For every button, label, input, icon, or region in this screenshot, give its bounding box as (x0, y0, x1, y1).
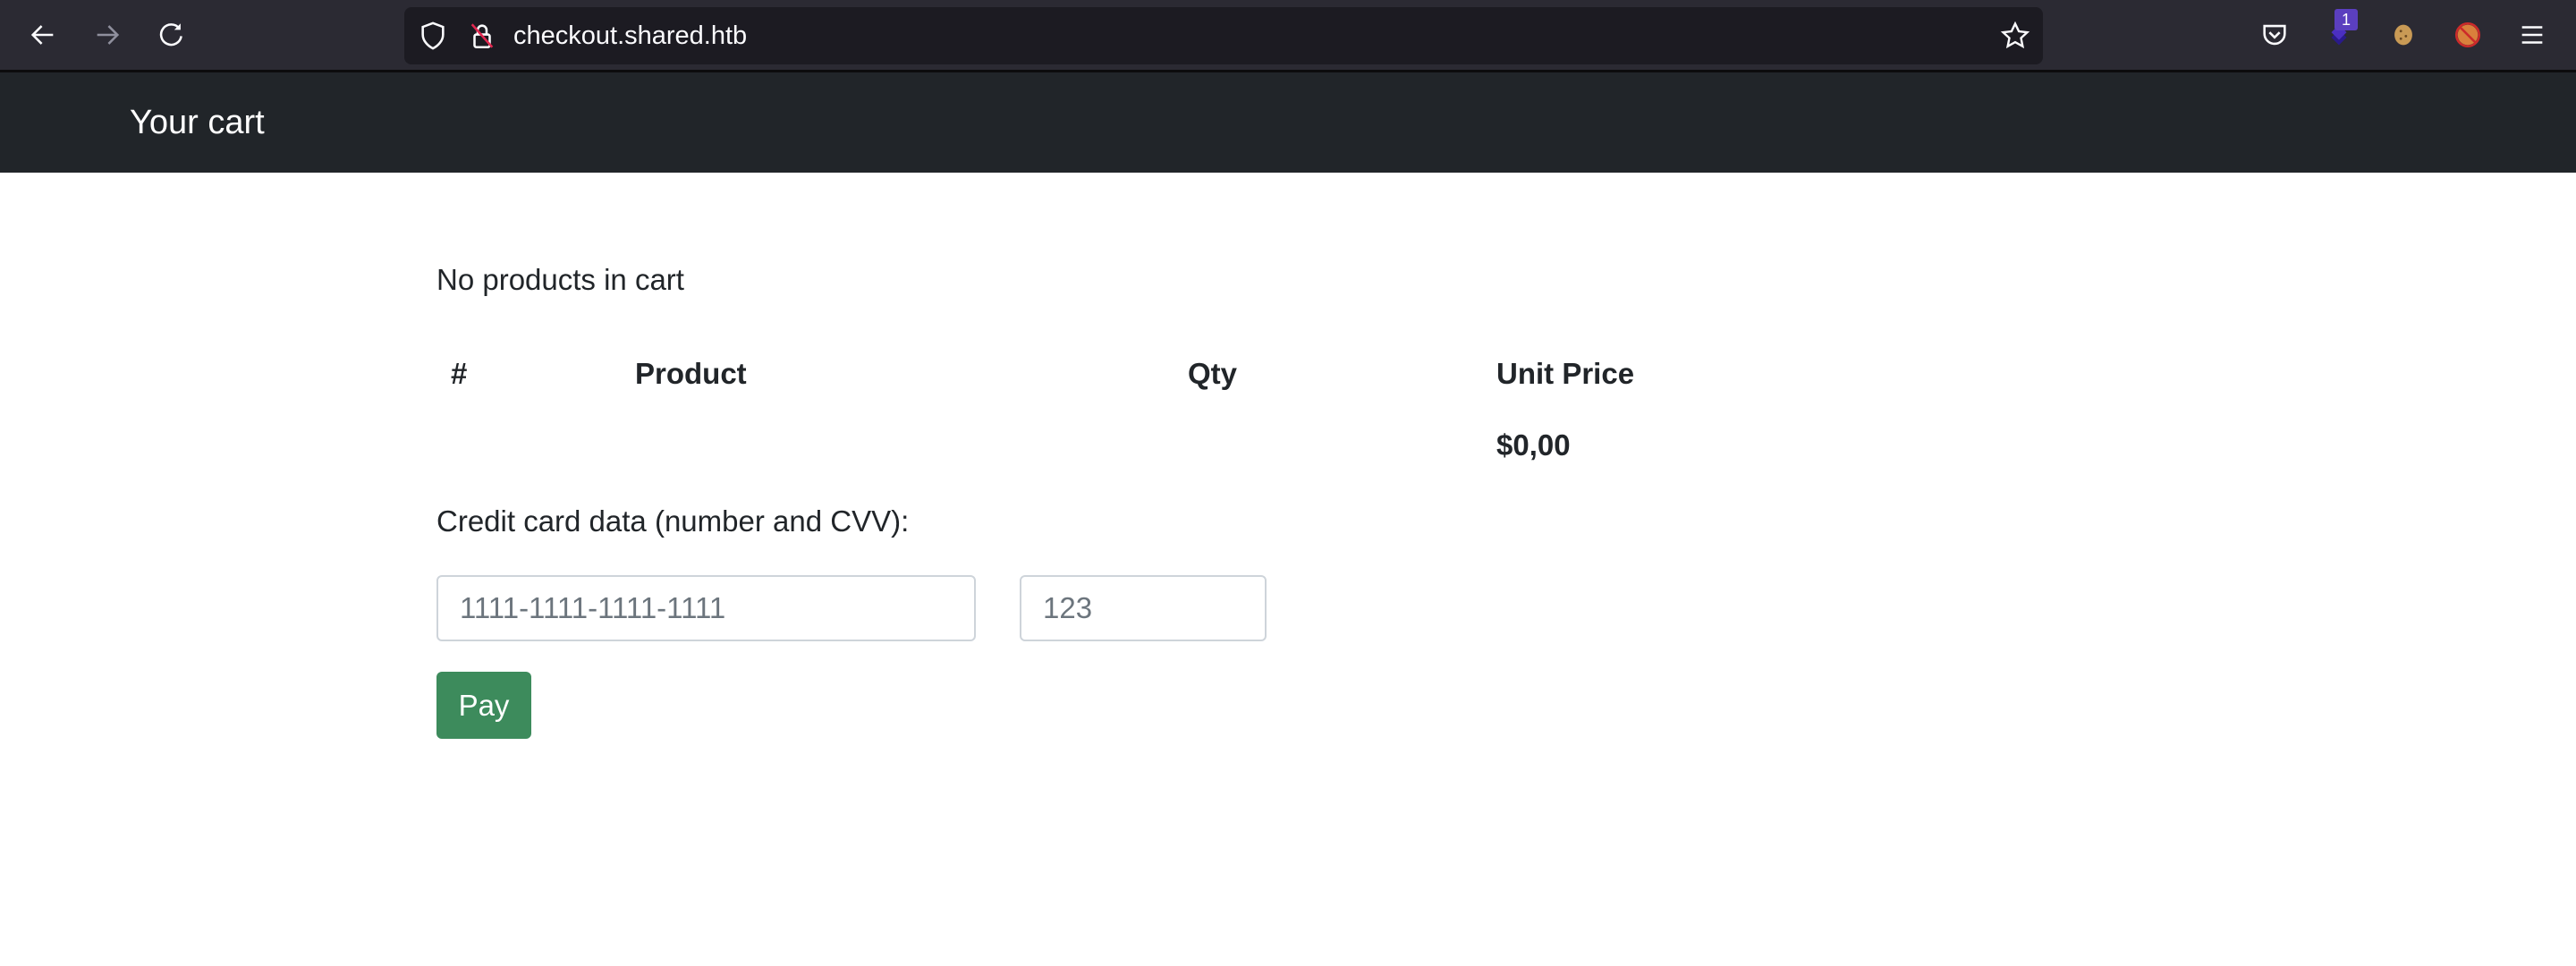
extension-badge: 1 (2334, 9, 2358, 30)
forward-arrow-icon (97, 25, 120, 45)
column-header-number: # (451, 357, 468, 390)
navbar-title[interactable]: Your cart (130, 72, 265, 173)
bookmark-star-icon[interactable] (2000, 21, 2030, 51)
column-header-qty: Qty (1188, 357, 1238, 390)
back-arrow-icon (30, 25, 54, 45)
blocker-extension-button[interactable] (2449, 16, 2487, 54)
cart-table: # Product Qty Unit Price $0,00 (436, 338, 1743, 481)
app-menu-button[interactable] (2513, 16, 2551, 54)
insecure-lock-icon[interactable] (467, 21, 497, 51)
forward-button[interactable] (89, 16, 126, 54)
cookie-extension-button[interactable] (2385, 16, 2422, 54)
credit-card-label: Credit card data (number and CVV): (436, 504, 910, 538)
fox-blocked-icon (2454, 21, 2481, 48)
empty-cart-message: No products in cart (436, 263, 684, 296)
table-header-row: # Product Qty Unit Price (436, 338, 1743, 410)
pay-button[interactable]: Pay (436, 672, 531, 739)
pocket-button[interactable] (2256, 16, 2293, 54)
url-text[interactable]: checkout.shared.htb (513, 7, 747, 64)
card-number-input[interactable] (436, 575, 976, 641)
browser-toolbar: checkout.shared.htb 1 (0, 0, 2576, 70)
column-header-product: Product (635, 357, 747, 390)
pocket-icon (2263, 24, 2286, 46)
shield-icon[interactable] (418, 21, 448, 51)
hamburger-menu-icon (2521, 26, 2543, 44)
navbar: Your cart (0, 72, 2576, 173)
url-bar[interactable]: checkout.shared.htb (404, 7, 2043, 64)
cart-total: $0,00 (1496, 428, 1571, 462)
reload-icon (159, 23, 182, 47)
back-button[interactable] (24, 16, 62, 54)
column-header-unit-price: Unit Price (1496, 357, 1635, 390)
cookie-icon (2394, 24, 2412, 46)
reload-button[interactable] (153, 16, 191, 54)
total-row: $0,00 (436, 410, 1743, 481)
cvv-input[interactable] (1020, 575, 1267, 641)
